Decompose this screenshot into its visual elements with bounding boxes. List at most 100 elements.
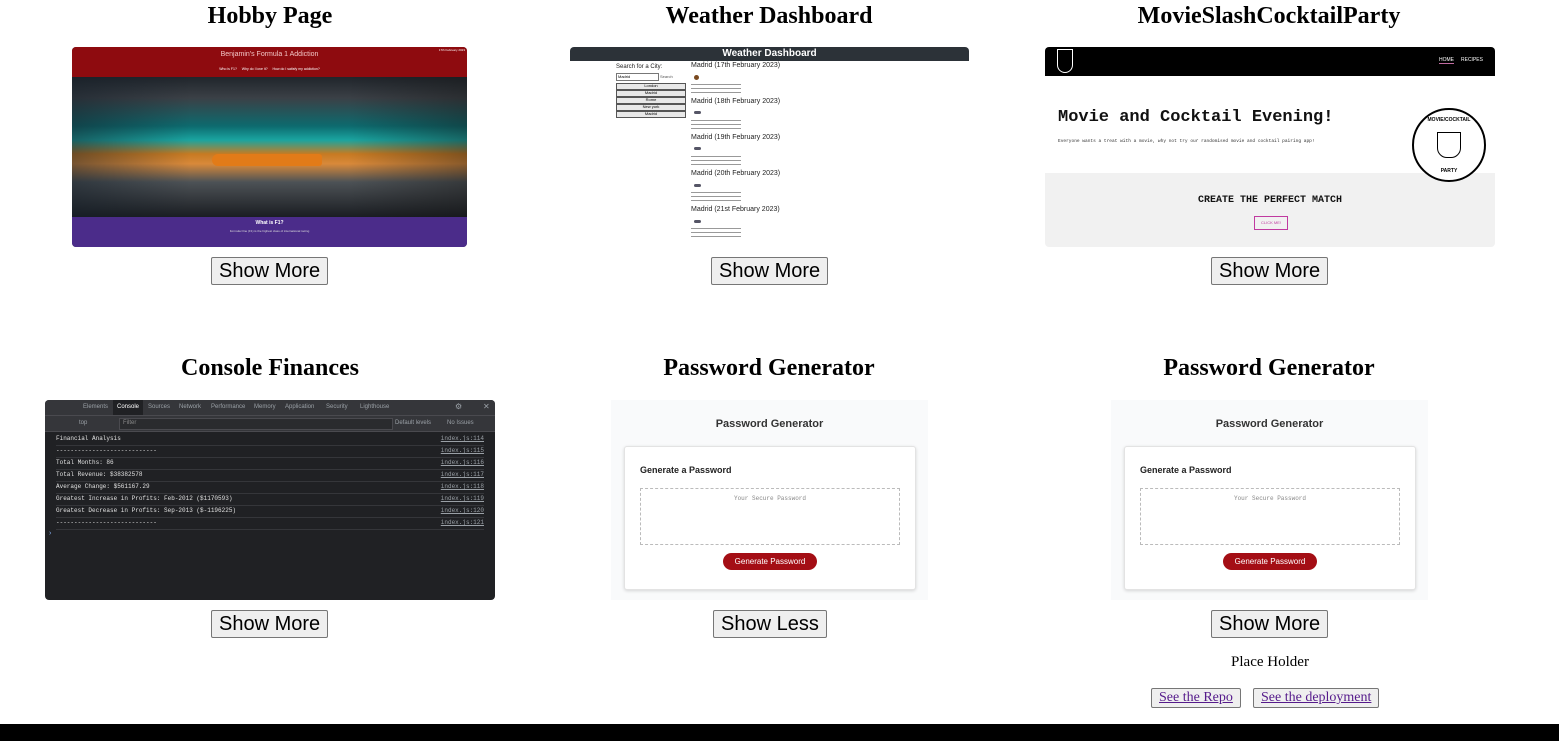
weather-header: Weather Dashboard: [570, 47, 969, 61]
city-history-button: Madrid: [616, 90, 686, 97]
card-title: MovieSlashCocktailParty: [1137, 3, 1401, 29]
console-source-link: index.js:116: [440, 459, 484, 466]
weather-search-input: Madrid: [616, 73, 659, 81]
show-more-button[interactable]: Show More: [711, 257, 829, 285]
console-source-link: index.js:118: [440, 483, 484, 490]
console-text: Greatest Decrease in Profits: Sep-2013 (…: [56, 507, 237, 514]
password-placeholder: Your Secure Password: [733, 495, 806, 502]
city-history-label: London: [644, 83, 658, 88]
devtools-tab: Network: [179, 404, 202, 410]
card-title: Password Generator: [663, 355, 875, 381]
generate-password-button: Generate Password: [723, 553, 817, 570]
city-history-label: Madrid: [644, 90, 658, 95]
forecast-day: Madrid (19th February 2023): [691, 134, 781, 141]
pw-card: Generate a Password Your Secure Password…: [1124, 446, 1416, 590]
weather-dashboard-screenshot: Weather Dashboard Search for a City: Mad…: [570, 47, 969, 247]
show-less-button[interactable]: Show Less: [713, 610, 827, 638]
card-title: Weather Dashboard: [665, 3, 873, 29]
issues-badge: No Issues: [447, 420, 474, 426]
password-textarea: Your Secure Password: [1140, 488, 1400, 545]
movie-cta-text: CREATE THE PERFECT MATCH: [1197, 195, 1343, 206]
movie-navbar: HOME RECIPES: [1045, 47, 1495, 76]
show-more-button[interactable]: Show More: [1211, 257, 1329, 285]
movie-cocktail-logo: MOVIE/COCKTAIL PARTY: [1412, 108, 1486, 182]
movie-subtext: Everyone wants a treat with a movie, why…: [1058, 139, 1315, 144]
see-repo-link[interactable]: See the Repo: [1159, 690, 1233, 705]
show-more-button[interactable]: Show More: [1211, 610, 1329, 638]
hobby-section-text: Formula One (F1) is the highest class of…: [229, 229, 310, 233]
password-generator-screenshot: Password Generator Generate a Password Y…: [1111, 400, 1428, 600]
console-prompt-icon: ›: [49, 530, 52, 537]
forecast-details: [691, 84, 741, 96]
weather-icon: [694, 220, 701, 223]
weather-search-label: Search for a City:: [616, 64, 663, 70]
password-placeholder: Your Secure Password: [1233, 495, 1306, 502]
levels-select: Default levels: [395, 420, 432, 426]
project-card-console: Console Finances: [20, 352, 520, 384]
clapperboard-icon: [1437, 132, 1461, 158]
console-source-link: index.js:115: [440, 447, 484, 454]
see-deployment-link[interactable]: See the deployment: [1261, 690, 1371, 705]
weather-icon: [694, 75, 699, 80]
hobby-page-screenshot: Benjamin's Formula 1 Addiction 17th Febr…: [72, 47, 467, 247]
console-source-link: index.js:119: [440, 495, 484, 502]
city-history-button: Madrid: [616, 111, 686, 118]
race-car-icon: [212, 154, 322, 166]
card-title: Hobby Page: [207, 3, 333, 29]
project-card-movie: MovieSlashCocktailParty: [1019, 0, 1519, 32]
hobby-header: Benjamin's Formula 1 Addiction 17th Febr…: [72, 47, 467, 77]
devtools-tab: Lighthouse: [360, 404, 390, 410]
hobby-site-title: Benjamin's Formula 1 Addiction: [220, 51, 319, 58]
hobby-nav-item: Why do I love it?: [241, 67, 268, 71]
console-source-link: index.js:114: [440, 435, 484, 442]
close-icon: ✕: [483, 402, 490, 411]
hobby-nav-item: Who is F1?: [219, 67, 237, 71]
weather-icon: [694, 111, 701, 114]
logo-text-top: MOVIE/COCKTAIL: [1427, 117, 1471, 123]
console-text: ----------------------------: [56, 519, 157, 526]
see-deployment-button[interactable]: See the deployment: [1253, 688, 1380, 708]
card-title: Console Finances: [180, 355, 359, 381]
devtools-tab: Elements: [83, 404, 109, 410]
console-source-link: index.js:121: [440, 519, 484, 526]
filter-input: Filter: [119, 418, 393, 430]
context-select: top: [79, 420, 88, 426]
hobby-nav: Who is F1? Why do I love it? How do I sa…: [72, 67, 467, 71]
card-description: Place Holder: [1231, 654, 1309, 670]
forecast-day: Madrid (20th February 2023): [691, 170, 781, 177]
devtools-tab: Memory: [254, 404, 276, 410]
weather-icon: [694, 184, 701, 187]
city-history-label: Madrid: [644, 111, 658, 116]
console-finances-screenshot: Elements Console Sources Network Perform…: [45, 400, 495, 600]
generate-password-button: Generate Password: [1223, 553, 1317, 570]
movie-cocktail-screenshot: HOME RECIPES Movie and Cocktail Evening!…: [1045, 47, 1495, 247]
see-repo-button[interactable]: See the Repo: [1151, 688, 1241, 708]
forecast-details: [691, 156, 741, 168]
show-more-button[interactable]: Show More: [211, 257, 329, 285]
devtools-filterbar: top Filter Default levels No Issues: [45, 416, 495, 432]
password-generator-screenshot: Password Generator Generate a Password Y…: [611, 400, 928, 600]
forecast-details: [691, 120, 741, 132]
console-text: Total Months: 86: [56, 459, 114, 466]
filter-placeholder: Filter: [123, 420, 137, 426]
cocktail-glass-icon: [1057, 49, 1073, 73]
movie-cta-section: CREATE THE PERFECT MATCH CLICK ME!: [1045, 173, 1495, 247]
console-line: ---------------------------- index.js:121: [56, 517, 484, 530]
weather-icon: [694, 147, 701, 150]
city-history-button: London: [616, 83, 686, 90]
movie-heading: Movie and Cocktail Evening!: [1058, 108, 1334, 127]
city-history-label: New york: [642, 104, 660, 109]
pw-subheader: Generate a Password: [1140, 465, 1232, 475]
show-more-button[interactable]: Show More: [211, 610, 329, 638]
devtools-tab: Sources: [148, 404, 171, 410]
forecast-details: [691, 228, 741, 240]
devtools-tab: Application: [285, 404, 315, 410]
weather-search-button: Search: [660, 74, 673, 79]
forecast-day: Madrid (17th February 2023): [691, 62, 781, 69]
movie-cta-button: CLICK ME!: [1254, 216, 1288, 230]
devtools-tab-active: Console: [113, 400, 144, 415]
city-history-button: Rome: [616, 97, 686, 104]
console-text: Total Revenue: $38382578: [56, 471, 143, 478]
card-title: Password Generator: [1163, 355, 1375, 381]
console-source-link: index.js:117: [440, 471, 484, 478]
